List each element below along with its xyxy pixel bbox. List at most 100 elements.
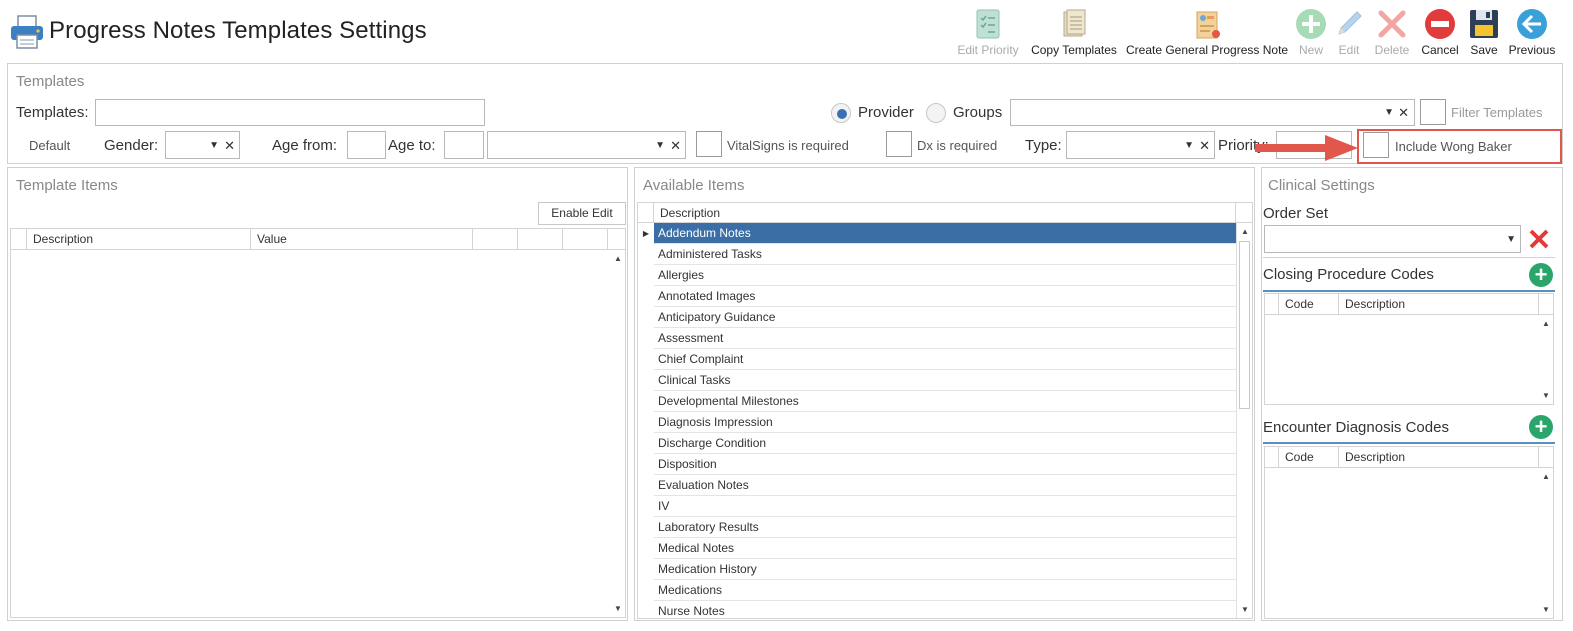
list-item[interactable]: Disposition bbox=[654, 454, 1236, 475]
scroll-down-icon[interactable]: ▼ bbox=[1542, 605, 1550, 614]
list-item[interactable]: Administered Tasks bbox=[654, 244, 1236, 265]
age-unit-combo[interactable]: ▼ ✕ bbox=[487, 131, 686, 159]
template-items-grid: Description Value ▲ ▼ bbox=[10, 228, 626, 618]
cancel-button[interactable]: Cancel bbox=[1418, 4, 1462, 62]
column-header-code[interactable]: Code bbox=[1279, 447, 1339, 467]
list-item[interactable]: Medication History bbox=[654, 559, 1236, 580]
list-item[interactable]: Medical Notes bbox=[654, 538, 1236, 559]
closing-procedure-codes-label: Closing Procedure Codes bbox=[1263, 266, 1434, 283]
list-item[interactable]: Developmental Milestones bbox=[654, 391, 1236, 412]
chevron-down-icon[interactable]: ▼ bbox=[1184, 140, 1194, 151]
vitalsigns-label: VitalSigns is required bbox=[727, 138, 849, 153]
chevron-down-icon[interactable]: ▼ bbox=[1506, 234, 1516, 245]
clear-x-icon[interactable]: ✕ bbox=[1199, 138, 1210, 154]
order-set-label: Order Set bbox=[1263, 205, 1329, 222]
grid-header: Description bbox=[638, 203, 1252, 223]
edit-priority-icon bbox=[972, 8, 1004, 40]
gender-label: Gender: bbox=[104, 137, 159, 154]
row-indicator-icon: ▶ bbox=[642, 229, 650, 238]
chevron-down-icon[interactable]: ▼ bbox=[1384, 107, 1394, 118]
groups-radio[interactable] bbox=[926, 103, 946, 123]
filter-templates-checkbox[interactable] bbox=[1420, 99, 1446, 125]
gender-combo[interactable]: ▼ ✕ bbox=[165, 131, 240, 159]
type-combo[interactable]: ▼ ✕ bbox=[1066, 131, 1215, 159]
edit-label: Edit bbox=[1338, 43, 1360, 57]
cancel-icon bbox=[1424, 8, 1456, 40]
vertical-scrollbar[interactable]: ▲ ▼ bbox=[1539, 315, 1553, 404]
chevron-down-icon[interactable]: ▼ bbox=[209, 140, 219, 151]
vertical-scrollbar[interactable]: ▲ ▼ bbox=[611, 250, 625, 617]
vertical-scrollbar[interactable]: ▲ ▼ bbox=[1539, 468, 1553, 618]
age-to-label: Age to: bbox=[388, 137, 436, 154]
clear-x-icon[interactable]: ✕ bbox=[670, 138, 681, 154]
cancel-label: Cancel bbox=[1421, 43, 1459, 57]
printer-app-icon bbox=[9, 15, 45, 49]
list-item[interactable]: Allergies bbox=[654, 265, 1236, 286]
age-to-input[interactable] bbox=[444, 131, 484, 159]
dx-required-checkbox[interactable] bbox=[886, 131, 912, 157]
save-button[interactable]: Save bbox=[1466, 4, 1502, 62]
provider-radio[interactable] bbox=[831, 103, 851, 123]
order-set-combo[interactable]: ▼ bbox=[1264, 225, 1521, 253]
edit-priority-button[interactable]: Edit Priority bbox=[956, 4, 1020, 62]
column-header-description[interactable]: Description bbox=[1339, 447, 1539, 467]
clear-x-icon[interactable]: ✕ bbox=[1398, 105, 1409, 121]
scroll-down-icon[interactable]: ▼ bbox=[1241, 605, 1249, 614]
closing-codes-grid: Code Description ▲ ▼ bbox=[1264, 293, 1554, 405]
available-items-grid: Description ▶ Addendum Notes Administered… bbox=[637, 202, 1253, 619]
filter-templates-label: Filter Templates bbox=[1451, 105, 1543, 120]
list-item[interactable]: Anticipatory Guidance bbox=[654, 307, 1236, 328]
list-item[interactable]: Evaluation Notes bbox=[654, 475, 1236, 496]
scroll-down-icon[interactable]: ▼ bbox=[1542, 391, 1550, 400]
clinical-settings-title: Clinical Settings bbox=[1268, 177, 1375, 194]
clear-x-icon[interactable]: ✕ bbox=[224, 138, 235, 154]
save-label: Save bbox=[1470, 43, 1498, 57]
column-header-description[interactable]: Description bbox=[1339, 294, 1539, 314]
list-item[interactable]: IV bbox=[654, 496, 1236, 517]
scroll-up-icon[interactable]: ▲ bbox=[1542, 319, 1550, 328]
create-note-icon bbox=[1191, 8, 1223, 40]
list-item[interactable]: Diagnosis Impression bbox=[654, 412, 1236, 433]
scrollbar-thumb[interactable] bbox=[1239, 241, 1250, 409]
create-general-progress-note-label: Create General Progress Note bbox=[1126, 43, 1289, 57]
column-header-value[interactable]: Value bbox=[251, 229, 473, 249]
copy-document-icon bbox=[1058, 8, 1090, 40]
delete-button[interactable]: Delete bbox=[1372, 4, 1412, 62]
add-closing-code-icon[interactable]: + bbox=[1529, 263, 1553, 287]
scroll-down-icon[interactable]: ▼ bbox=[614, 604, 622, 613]
type-label: Type: bbox=[1025, 137, 1062, 154]
scroll-up-icon[interactable]: ▲ bbox=[614, 254, 622, 263]
vertical-scrollbar[interactable]: ▲ ▼ bbox=[1236, 223, 1252, 618]
list-item[interactable]: Clinical Tasks bbox=[654, 370, 1236, 391]
column-header-description[interactable]: Description bbox=[27, 229, 251, 249]
create-general-progress-note-button[interactable]: Create General Progress Note bbox=[1126, 4, 1288, 62]
list-item[interactable]: Annotated Images bbox=[654, 286, 1236, 307]
list-item[interactable]: Medications bbox=[654, 580, 1236, 601]
wong-baker-checkbox[interactable] bbox=[1363, 132, 1389, 158]
scroll-up-icon[interactable]: ▲ bbox=[1542, 472, 1550, 481]
column-header-description[interactable]: Description bbox=[654, 203, 1236, 223]
templates-input[interactable] bbox=[95, 99, 485, 126]
age-from-input[interactable] bbox=[347, 131, 386, 159]
list-item[interactable]: Assessment bbox=[654, 328, 1236, 349]
list-item[interactable]: Addendum Notes bbox=[654, 223, 1236, 244]
scroll-up-icon[interactable]: ▲ bbox=[1241, 227, 1249, 236]
chevron-down-icon[interactable]: ▼ bbox=[655, 140, 665, 151]
column-header-code[interactable]: Code bbox=[1279, 294, 1339, 314]
groups-combo[interactable]: ▼ ✕ bbox=[1010, 99, 1415, 126]
list-item[interactable]: Nurse Notes bbox=[654, 601, 1236, 618]
list-item[interactable]: Discharge Condition bbox=[654, 433, 1236, 454]
add-encounter-code-icon[interactable]: + bbox=[1529, 415, 1553, 439]
clear-order-set-icon[interactable] bbox=[1527, 227, 1551, 251]
provider-label: Provider bbox=[858, 104, 914, 121]
list-item[interactable]: Laboratory Results bbox=[654, 517, 1236, 538]
copy-templates-button[interactable]: Copy Templates bbox=[1030, 4, 1118, 62]
plus-circle-icon bbox=[1295, 8, 1327, 40]
enable-edit-button[interactable]: Enable Edit bbox=[538, 202, 626, 225]
edit-button[interactable]: Edit bbox=[1334, 4, 1364, 62]
vitalsigns-checkbox[interactable] bbox=[696, 131, 722, 157]
list-item[interactable]: Chief Complaint bbox=[654, 349, 1236, 370]
new-button[interactable]: New bbox=[1294, 4, 1328, 62]
previous-button[interactable]: Previous bbox=[1506, 4, 1558, 62]
delete-label: Delete bbox=[1374, 43, 1410, 57]
